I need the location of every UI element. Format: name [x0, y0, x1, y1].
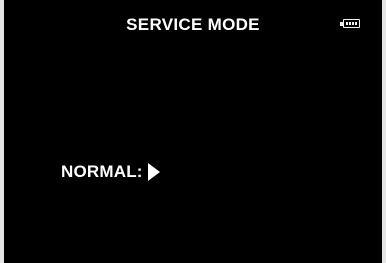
- battery-bar: [351, 21, 354, 25]
- battery-bar: [354, 21, 357, 25]
- mode-label: NORMAL:: [61, 162, 143, 181]
- device-screen: SERVICE MODE NORMAL:: [4, 0, 382, 263]
- mode-selector[interactable]: NORMAL:: [61, 160, 160, 184]
- battery-bar: [348, 21, 351, 25]
- screen-title: SERVICE MODE: [126, 15, 260, 34]
- battery-bar: [345, 21, 348, 25]
- battery-icon: [343, 19, 360, 28]
- play-arrow-icon[interactable]: [147, 163, 160, 181]
